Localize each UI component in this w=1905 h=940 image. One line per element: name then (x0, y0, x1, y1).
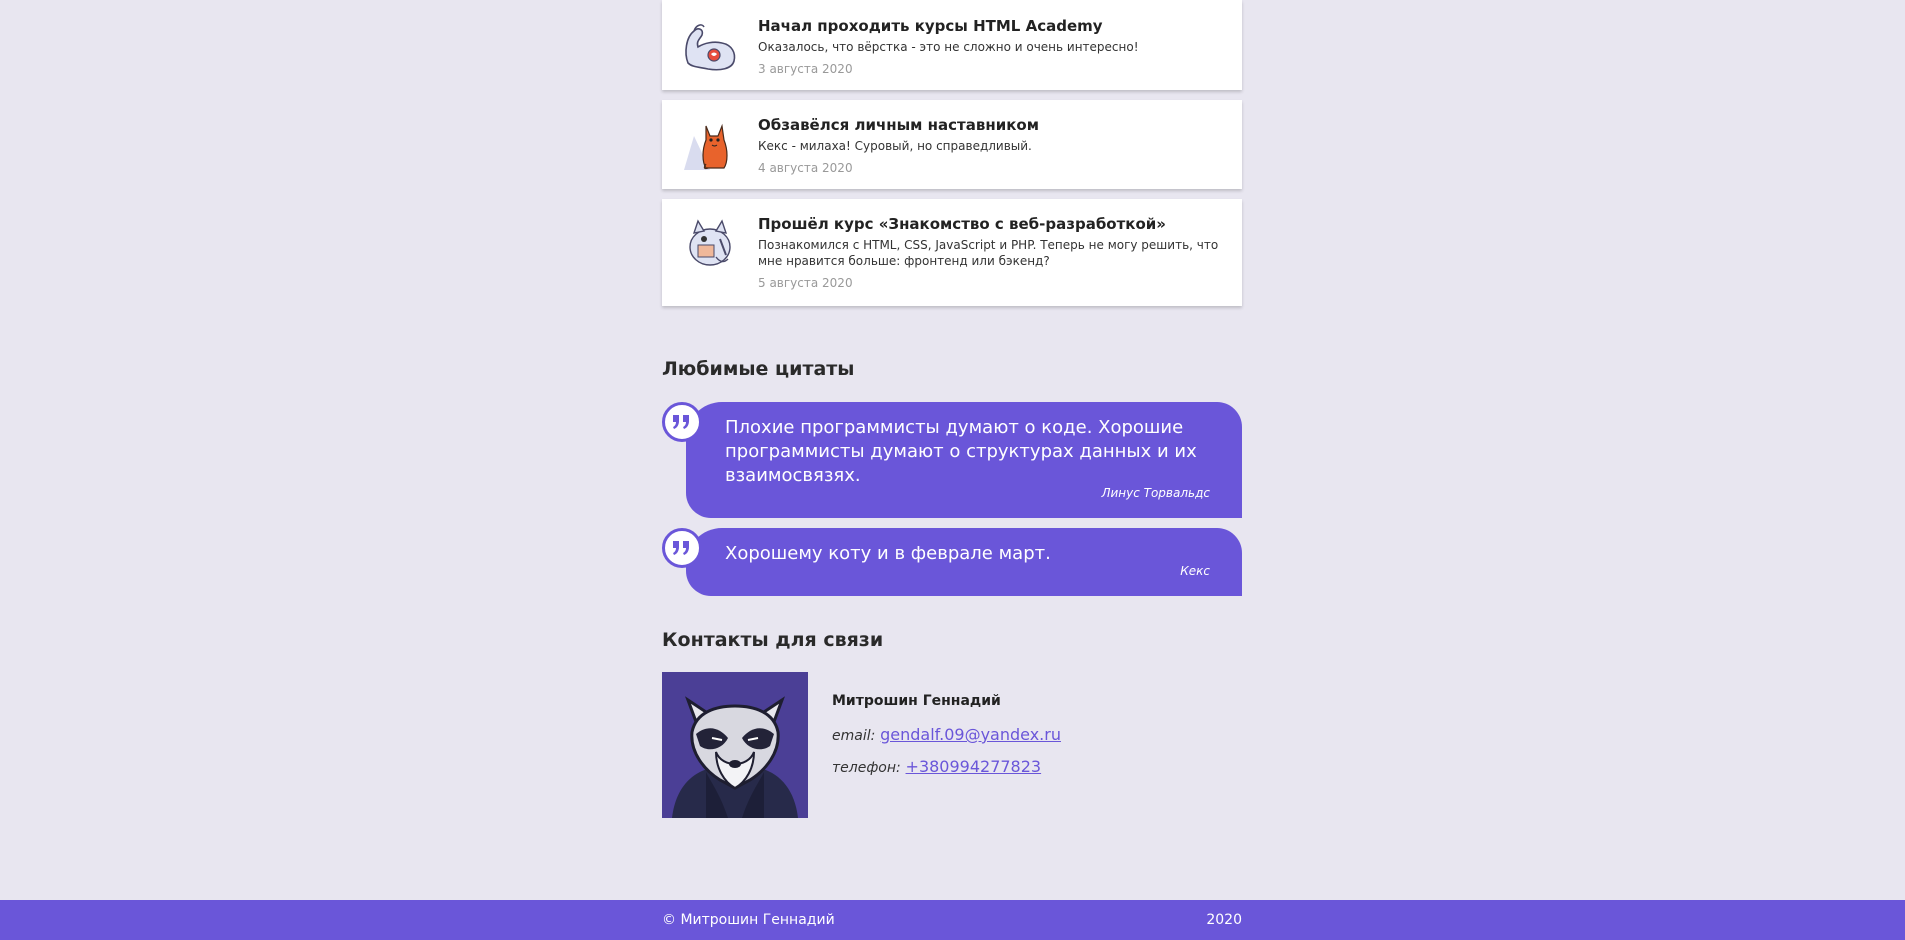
pirate-cat-icon (680, 215, 740, 273)
page-footer: © Митрошин Геннадий 2020 (0, 900, 1905, 940)
achievement-card: Начал проходить курсы HTML Academy Оказа… (662, 0, 1242, 90)
achievement-date: 3 августа 2020 (758, 62, 853, 76)
footer-year: 2020 (1206, 912, 1242, 928)
achievement-date: 5 августа 2020 (758, 276, 853, 290)
contact-card: Митрошин Геннадий email: gendalf.09@yand… (662, 672, 1061, 818)
achievement-text: Познакомился с HTML, CSS, JavaScript и P… (758, 238, 1219, 268)
achievements-list: Начал проходить курсы HTML Academy Оказа… (662, 0, 1242, 306)
achievement-title: Прошёл курс «Знакомство с веб-разработко… (758, 215, 1166, 233)
email-link[interactable]: gendalf.09@yandex.ru (880, 725, 1061, 744)
main-content: Начал проходить курсы HTML Academy Оказа… (662, 0, 1242, 818)
achievement-date: 4 августа 2020 (758, 161, 853, 175)
quote-mark-icon (662, 528, 702, 568)
phone-label: телефон: (832, 760, 901, 776)
contact-name: Митрошин Геннадий (832, 693, 1001, 709)
contacts-heading: Контакты для связи (662, 629, 884, 651)
email-label: email: (832, 728, 876, 744)
quotes-heading: Любимые цитаты (662, 358, 855, 380)
quote-text: Плохие программисты думают о коде. Хорош… (725, 417, 1197, 486)
quote-author: Линус Торвальдс (1101, 486, 1210, 500)
footer-copyright: © Митрошин Геннадий (662, 912, 835, 928)
quote-text: Хорошему коту и в феврале март. (725, 543, 1051, 564)
quote-mark-icon (662, 402, 702, 442)
achievement-text: Кекс - милаха! Суровый, но справедливый. (758, 139, 1032, 153)
contact-phone-row: телефон: +380994277823 (832, 757, 1061, 776)
quote-author: Кекс (1180, 564, 1210, 578)
contact-info: Митрошин Геннадий email: gendalf.09@yand… (832, 672, 1061, 818)
muscle-arm-icon (680, 17, 740, 75)
raccoon-avatar (662, 672, 808, 818)
achievement-title: Обзавёлся личным наставником (758, 116, 1039, 134)
contact-email-row: email: gendalf.09@yandex.ru (832, 725, 1061, 744)
achievement-title: Начал проходить курсы HTML Academy (758, 17, 1103, 35)
quote-item: Плохие программисты думают о коде. Хорош… (662, 402, 1242, 518)
achievement-card: Прошёл курс «Знакомство с веб-разработко… (662, 199, 1242, 306)
phone-link[interactable]: +380994277823 (906, 757, 1042, 776)
quote-item: Хорошему коту и в феврале март. Кекс (662, 528, 1242, 596)
achievement-card: Обзавёлся личным наставником Кекс - мила… (662, 100, 1242, 189)
keks-cat-icon (680, 116, 740, 174)
achievement-text: Оказалось, что вёрстка - это не сложно и… (758, 40, 1139, 54)
